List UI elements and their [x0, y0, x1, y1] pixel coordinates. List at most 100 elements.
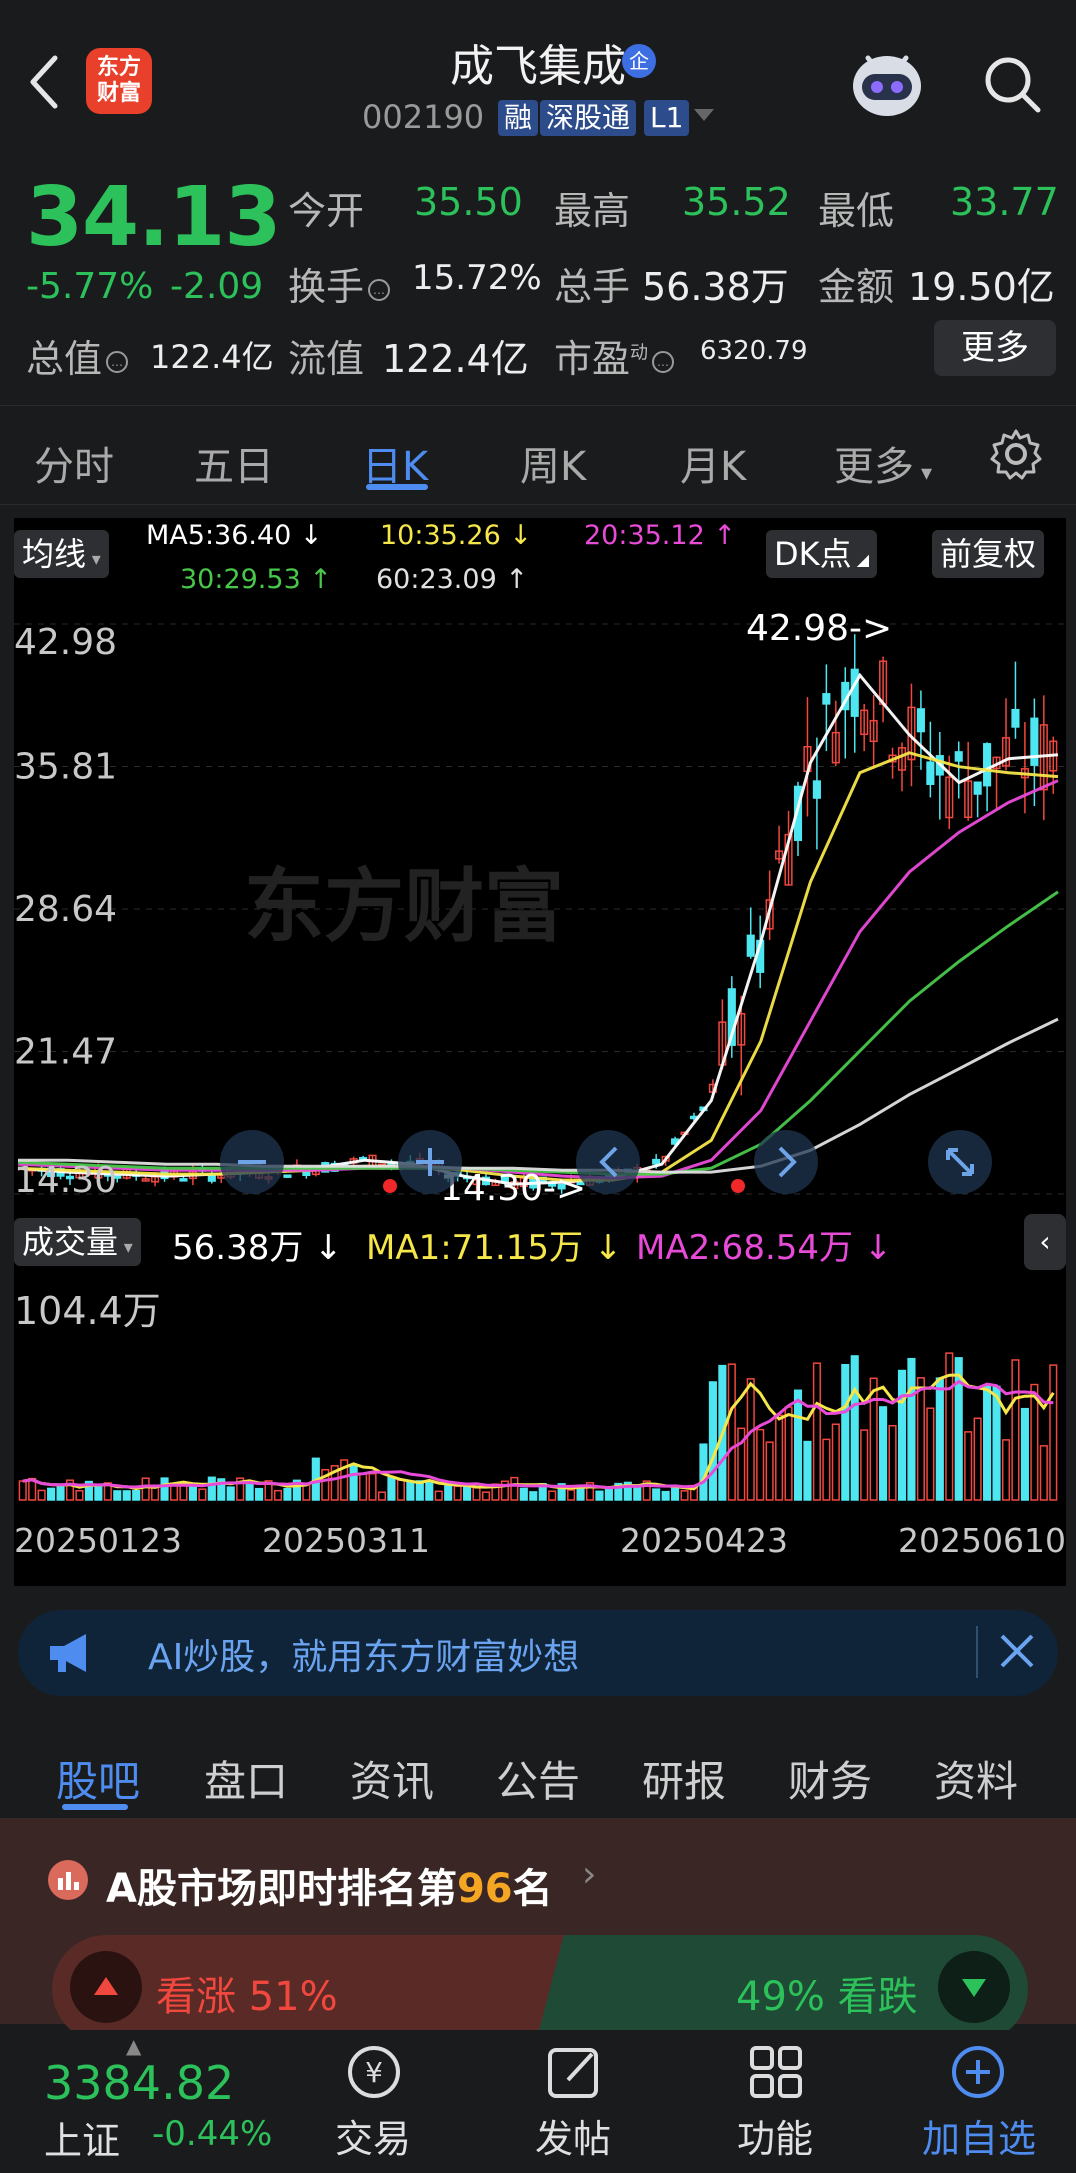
volume-bar	[1030, 1383, 1039, 1501]
close-icon[interactable]	[994, 1628, 1040, 1678]
dock-add-watchlist[interactable]: 加自选	[904, 2108, 1054, 2163]
market-cap-value: 122.4亿	[150, 338, 274, 376]
tab-monthly-k[interactable]: 月K	[680, 434, 746, 492]
x-tick-label: 20250311	[262, 1521, 430, 1560]
tab-weekly-k[interactable]: 周K	[520, 434, 586, 492]
kline-y-axis: 42.98 35.81 28.64 21.47 14.30	[14, 622, 117, 1201]
volume-bar	[368, 1472, 377, 1501]
robot-assistant-icon[interactable]	[846, 44, 928, 120]
volume-bar	[784, 1406, 793, 1501]
tab-more[interactable]: 更多 ▾	[834, 434, 932, 492]
stock-code: 002190	[362, 98, 485, 136]
turnover-label: 换手…	[288, 256, 391, 311]
grid-apps-icon[interactable]	[744, 2040, 808, 2108]
svg-text:¥: ¥	[365, 2056, 383, 2089]
volume-chart[interactable]: 104.4万 20250123 20250311 20250423 202506…	[14, 1276, 1066, 1586]
dk-point-marker[interactable]	[731, 1179, 745, 1193]
candle-body	[973, 781, 982, 795]
volume-bar	[198, 1488, 207, 1501]
search-icon[interactable]	[980, 52, 1044, 116]
fullscreen-icon[interactable]	[928, 1130, 992, 1194]
volume-bar	[122, 1490, 131, 1501]
chevron-right-icon[interactable]: ›	[582, 1854, 596, 1895]
candle-body	[179, 1178, 188, 1182]
tab-news[interactable]: 资讯	[350, 1748, 434, 1809]
volume-bar	[359, 1472, 368, 1501]
add-watchlist-icon[interactable]	[946, 2040, 1010, 2108]
y-tick-label: 42.98	[14, 622, 117, 663]
candle-body	[822, 693, 831, 705]
volume-bar	[434, 1490, 443, 1501]
volume-bar	[377, 1491, 387, 1501]
ma-selector[interactable]: 均线 ▾	[14, 530, 109, 578]
volume-bar	[188, 1485, 197, 1501]
y-tick-label: 21.47	[14, 1032, 117, 1073]
volume-bar	[727, 1363, 736, 1501]
compose-icon[interactable]	[542, 2040, 606, 2108]
volume-bar	[160, 1477, 169, 1501]
volume-bar	[860, 1429, 869, 1501]
volume-bar	[94, 1486, 103, 1501]
shenzhen-connect-tag: 深股通	[540, 100, 637, 136]
x-tick-label: 20250423	[620, 1521, 788, 1560]
zoom-out-icon[interactable]	[220, 1130, 284, 1194]
volume-ma1-legend: MA1:71.15万 ↓	[366, 1228, 623, 1268]
volume-y-max-label: 104.4万	[14, 1289, 161, 1333]
tab-profile[interactable]: 资料	[934, 1748, 1018, 1809]
info-icon[interactable]: …	[106, 350, 129, 373]
code-dropdown-icon[interactable]	[694, 108, 714, 127]
volume-value: 56.38万	[642, 265, 789, 309]
tab-financials[interactable]: 财务	[788, 1748, 872, 1809]
index-value[interactable]: 3384.82	[44, 2056, 234, 2110]
tab-forum[interactable]: 股吧	[56, 1748, 140, 1809]
info-icon[interactable]: …	[368, 278, 391, 301]
active-tab-indicator	[62, 1804, 128, 1810]
volume-bar	[18, 1480, 27, 1501]
enterprise-badge: 企	[622, 44, 656, 78]
candle-body	[746, 934, 755, 957]
trade-icon[interactable]: ¥	[338, 2040, 410, 2108]
candle-body	[983, 743, 992, 787]
amount-value: 19.50亿	[908, 265, 1055, 309]
ma30-legend: 30:29.53 ↑	[180, 564, 332, 595]
current-price: 34.13	[26, 170, 281, 265]
watermark-text: 东方财富	[244, 860, 564, 953]
scroll-right-icon[interactable]	[754, 1130, 818, 1194]
zoom-in-icon[interactable]	[398, 1130, 462, 1194]
float-cap-label: 流值	[288, 337, 365, 381]
dk-point-marker[interactable]	[383, 1179, 397, 1193]
scroll-left-icon[interactable]	[576, 1130, 640, 1194]
tab-five-day[interactable]: 五日	[194, 434, 274, 492]
collapse-panel-icon[interactable]: ‹	[1024, 1214, 1066, 1270]
candle-body	[916, 708, 925, 733]
kline-chart[interactable]: 东方财富 42.98 35.81 28.64 21.47 14.30 42.98-> 1…	[14, 604, 1066, 1210]
tab-announcements[interactable]: 公告	[496, 1748, 580, 1809]
volume-bar	[519, 1487, 528, 1501]
turnover-value: 15.72%	[412, 258, 542, 298]
candle-body	[812, 780, 821, 799]
chart-period-tabs: 分时 五日 日K 周K 月K 更多 ▾	[0, 405, 1076, 505]
adjust-selector[interactable]: 前复权	[932, 530, 1045, 578]
volume-bar	[1001, 1439, 1011, 1501]
more-button[interactable]: 更多	[934, 320, 1056, 376]
active-tab-indicator	[366, 484, 428, 490]
ai-promo-banner[interactable]: AI炒股，就用东方财富妙想	[18, 1610, 1058, 1696]
expand-icon[interactable]: ▲	[126, 2034, 141, 2058]
bear-vote-button[interactable]	[938, 1951, 1010, 2023]
volume-bar	[169, 1483, 179, 1501]
bull-vote-button[interactable]	[70, 1951, 142, 2023]
tab-order-book[interactable]: 盘口	[204, 1748, 288, 1809]
x-tick-label: 20250123	[14, 1521, 182, 1560]
dk-point-toggle[interactable]: DK点 ◢	[766, 530, 878, 578]
dock-post[interactable]: 发帖	[498, 2108, 648, 2163]
ma20-legend: 20:35.12 ↑	[584, 520, 736, 551]
dock-functions[interactable]: 功能	[700, 2108, 850, 2163]
bear-label: 49% 看跌	[736, 1974, 918, 2020]
info-icon[interactable]: …	[652, 350, 675, 373]
volume-indicator-selector[interactable]: 成交量 ▾	[14, 1218, 141, 1266]
volume-bar	[472, 1487, 481, 1501]
dock-trade[interactable]: 交易	[298, 2108, 448, 2163]
gear-icon[interactable]	[990, 428, 1042, 480]
tab-intraday[interactable]: 分时	[34, 434, 114, 492]
tab-research[interactable]: 研报	[642, 1748, 726, 1809]
